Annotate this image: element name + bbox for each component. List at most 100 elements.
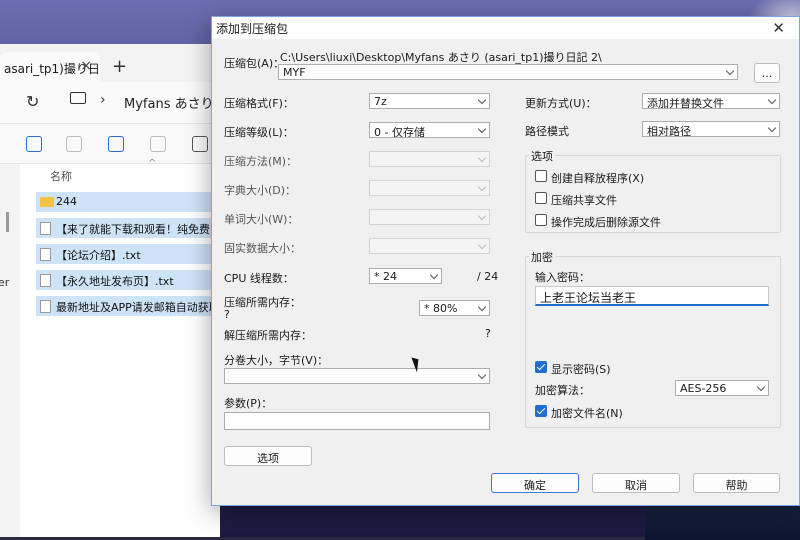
breadcrumb-folder[interactable]: Myfans あさり ( xyxy=(124,93,223,112)
column-header-name[interactable]: 名称 xyxy=(50,168,72,184)
list-item-label: 【来了就能下载和观看！纯免费！ xyxy=(56,223,220,236)
method-select[interactable] xyxy=(369,151,490,167)
archive-name-value: MYF xyxy=(283,66,306,79)
solid-size-label: 固实数据大小： xyxy=(224,242,301,255)
archive-path: C:\Users\liuxi\Desktop\Myfans あさり (asari… xyxy=(280,51,602,64)
list-item[interactable]: 最新地址及APP请发邮箱自动获取 xyxy=(36,296,220,316)
add-to-archive-dialog: 添加到压缩包 ✕ 压缩包(A)： C:\Users\liuxi\Desktop\… xyxy=(211,16,800,506)
show-password-label[interactable]: 显示密码(S) xyxy=(551,361,611,377)
list-item-label: 244 xyxy=(56,195,77,208)
chevron-down-icon xyxy=(477,182,487,192)
nav-pane-label: er xyxy=(0,276,10,289)
list-item-label: 【永久地址发布页】.txt xyxy=(56,275,174,288)
params-label: 参数(P)： xyxy=(224,397,273,410)
cpu-threads-value: * 24 xyxy=(374,270,397,283)
help-button[interactable]: 帮助 xyxy=(693,473,780,493)
file-icon xyxy=(40,274,51,287)
word-size-label: 单词大小(W)： xyxy=(224,213,299,226)
nav-selection-marker xyxy=(6,212,9,232)
this-pc-icon[interactable] xyxy=(70,92,86,104)
close-tab-icon[interactable]: × xyxy=(80,58,92,74)
encrypt-names-checkbox[interactable] xyxy=(535,405,547,417)
chevron-down-icon xyxy=(477,95,487,105)
shared-files-label[interactable]: 压缩共享文件 xyxy=(551,192,617,208)
copy-icon[interactable] xyxy=(26,136,42,152)
delete-icon[interactable] xyxy=(192,136,208,152)
params-input[interactable] xyxy=(224,412,490,430)
update-mode-value: 添加并替换文件 xyxy=(647,97,724,109)
password-value: 上老王论坛当老王 xyxy=(540,291,637,305)
split-volume-combobox[interactable] xyxy=(224,368,490,384)
level-label: 压缩等级(L)： xyxy=(224,126,294,139)
delete-after-checkbox[interactable] xyxy=(535,214,547,226)
list-item-label: 最新地址及APP请发邮箱自动获取 xyxy=(56,301,220,314)
format-label: 压缩格式(F)： xyxy=(224,97,294,110)
file-icon xyxy=(40,248,51,261)
options-group-title: 选项 xyxy=(529,148,555,164)
ok-button[interactable]: 确定 xyxy=(491,473,579,493)
new-tab-icon[interactable]: + xyxy=(112,56,127,77)
rename-icon[interactable] xyxy=(108,136,124,152)
memory-usage-select[interactable]: * 80% xyxy=(419,300,490,316)
show-password-checkbox[interactable] xyxy=(535,361,547,373)
dict-size-select[interactable] xyxy=(369,180,490,196)
chevron-down-icon xyxy=(429,270,439,280)
delete-after-label[interactable]: 操作完成后删除源文件 xyxy=(551,214,661,230)
decompress-memory-label: 解压缩所需内存： xyxy=(224,329,312,342)
path-mode-select[interactable]: 相对路径 xyxy=(642,121,780,137)
folder-icon xyxy=(40,197,54,207)
method-label: 压缩方法(M)： xyxy=(224,155,298,168)
memory-usage-percent: * 80% xyxy=(424,302,458,315)
chevron-down-icon xyxy=(767,95,777,105)
chevron-down-icon xyxy=(725,66,735,76)
level-select[interactable]: 0 - 仅存储 xyxy=(369,122,490,138)
dialog-title: 添加到压缩包 xyxy=(216,22,289,36)
encryption-method-value: AES-256 xyxy=(680,382,727,395)
path-mode-label: 路径模式 xyxy=(525,125,569,138)
options-button[interactable]: 选项 xyxy=(224,446,312,466)
file-icon xyxy=(40,222,51,235)
cpu-threads-select[interactable]: * 24 xyxy=(369,268,442,284)
file-list: 名称 ^ 244 【来了就能下载和观看！纯免费！ 【论坛介绍】.txt 【永久地… xyxy=(20,158,220,537)
list-item-folder[interactable]: 244 xyxy=(36,192,220,212)
list-item[interactable]: 【永久地址发布页】.txt xyxy=(36,270,220,290)
cancel-button[interactable]: 取消 xyxy=(592,473,680,493)
word-size-select[interactable] xyxy=(369,209,490,225)
archive-name-combobox[interactable]: MYF xyxy=(278,64,738,80)
format-select[interactable]: 7z xyxy=(369,93,490,109)
memory-usage-value: ? xyxy=(224,308,230,321)
encryption-method-select[interactable]: AES-256 xyxy=(675,380,769,396)
list-item[interactable]: 【论坛介绍】.txt xyxy=(36,244,220,264)
split-volume-label: 分卷大小，字节(V)： xyxy=(224,354,329,367)
chevron-down-icon xyxy=(767,123,777,133)
list-item-label: 【论坛介绍】.txt xyxy=(56,249,141,262)
explorer-toolbar xyxy=(0,124,220,164)
encrypt-names-label[interactable]: 加密文件名(N) xyxy=(551,405,623,421)
chevron-down-icon xyxy=(477,211,487,221)
sort-ascending-icon: ^ xyxy=(148,158,157,169)
chevron-right-icon[interactable]: › xyxy=(100,92,106,108)
chevron-down-icon xyxy=(477,370,487,380)
chevron-down-icon xyxy=(756,382,766,392)
paste-icon[interactable] xyxy=(66,136,82,152)
navigation-pane: er xyxy=(0,164,20,537)
sfx-label[interactable]: 创建自释放程序(X) xyxy=(551,170,644,186)
close-icon[interactable]: ✕ xyxy=(772,19,785,37)
share-icon[interactable] xyxy=(150,136,166,152)
update-mode-select[interactable]: 添加并替换文件 xyxy=(642,93,780,109)
list-item[interactable]: 【来了就能下载和观看！纯免费！ xyxy=(36,218,220,238)
solid-size-select[interactable] xyxy=(369,238,490,254)
browse-button[interactable]: ... xyxy=(754,63,780,83)
refresh-icon[interactable]: ↻ xyxy=(26,92,39,111)
explorer-tab[interactable]: asari_tp1)撮り日 × xyxy=(0,52,100,82)
chevron-down-icon xyxy=(477,153,487,163)
cpu-threads-total: / 24 xyxy=(477,270,499,283)
file-icon xyxy=(40,300,51,313)
shared-files-checkbox[interactable] xyxy=(535,192,547,204)
password-input[interactable]: 上老王论坛当老王 xyxy=(535,286,769,306)
format-value: 7z xyxy=(374,95,387,108)
dialog-titlebar[interactable]: 添加到压缩包 ✕ xyxy=(212,17,799,39)
sfx-checkbox[interactable] xyxy=(535,170,547,182)
chevron-down-icon xyxy=(477,240,487,250)
cpu-threads-label: CPU 线程数： xyxy=(224,272,294,285)
